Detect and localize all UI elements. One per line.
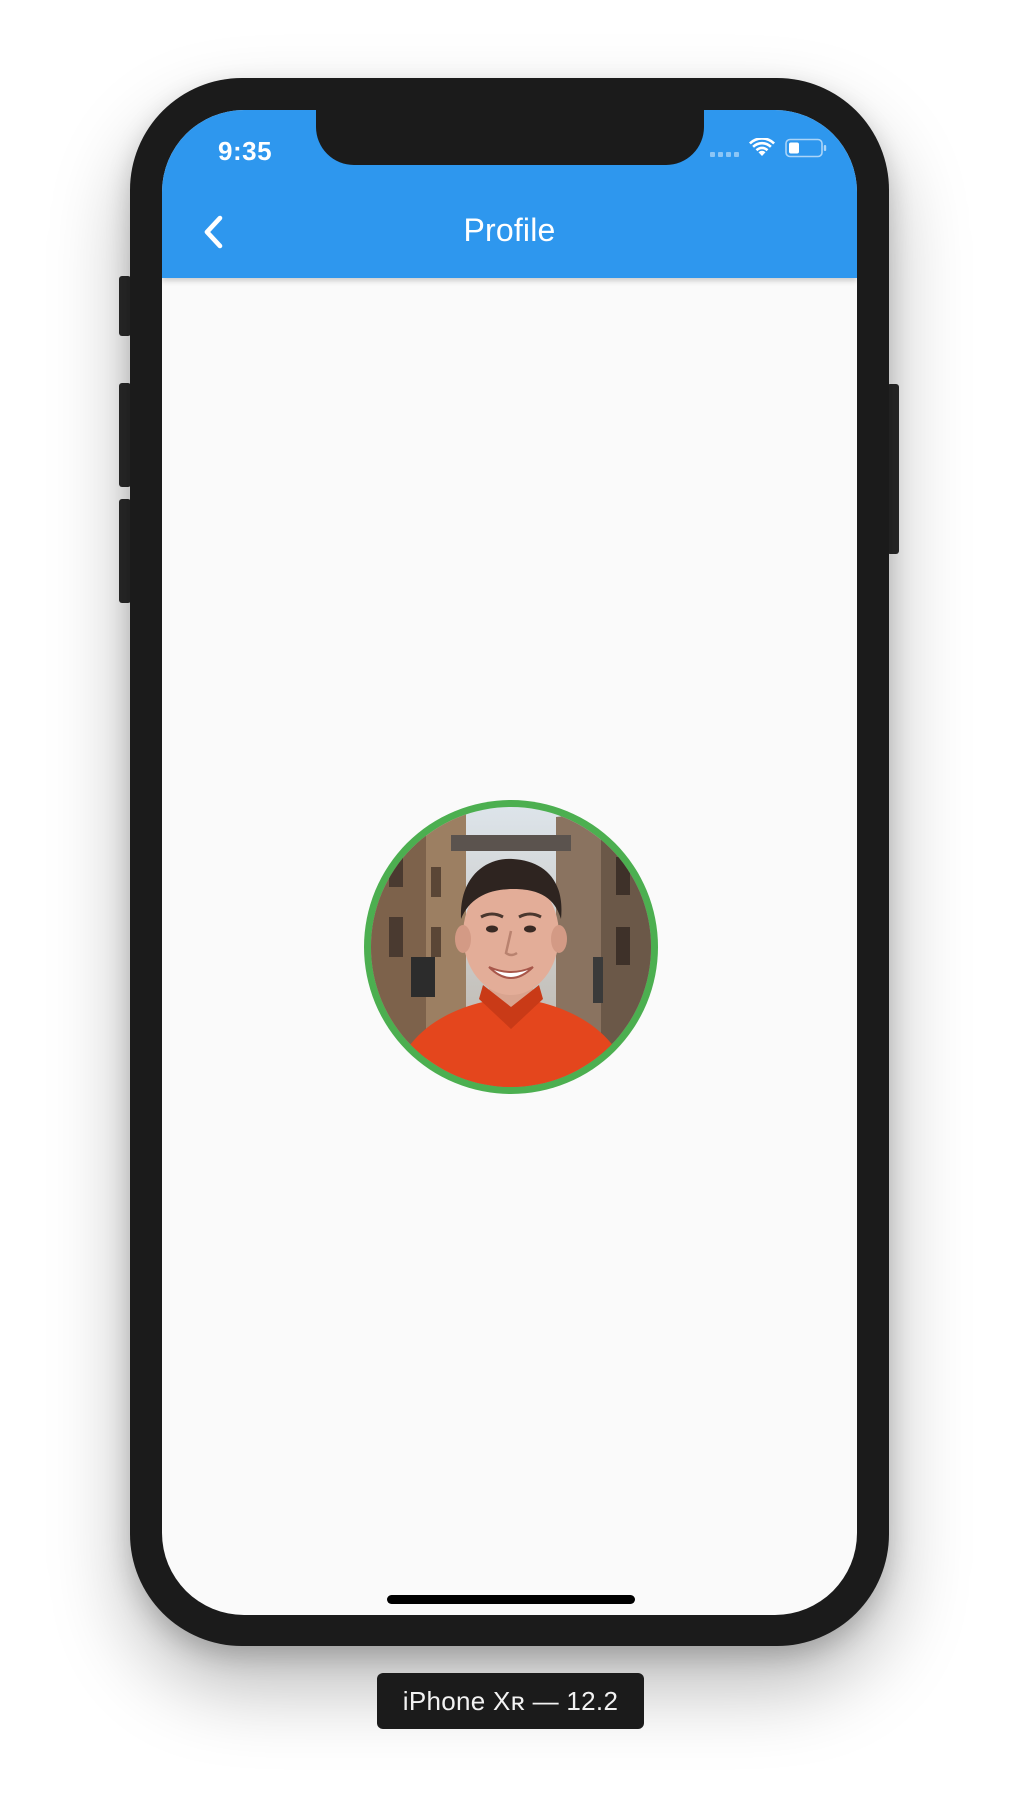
simulator-device-label: iPhone Xʀ — 12.2 (377, 1673, 644, 1729)
device-screen: 9:35 Profile (162, 110, 857, 1615)
status-time: 9:35 (218, 136, 273, 166)
cellular-signal-icon (710, 139, 739, 157)
page-title: Profile (463, 212, 556, 248)
app-bar: 9:35 Profile (162, 110, 857, 278)
wifi-icon (749, 138, 775, 158)
profile-avatar-ring (364, 800, 658, 1094)
home-indicator[interactable] (387, 1595, 635, 1604)
status-icons (710, 138, 827, 158)
profile-avatar[interactable] (371, 807, 651, 1087)
device-notch (316, 110, 704, 165)
simulator-stage: 9:35 Profile iPhone Xʀ — 12.2 (0, 0, 1018, 1798)
battery-icon (785, 138, 827, 158)
